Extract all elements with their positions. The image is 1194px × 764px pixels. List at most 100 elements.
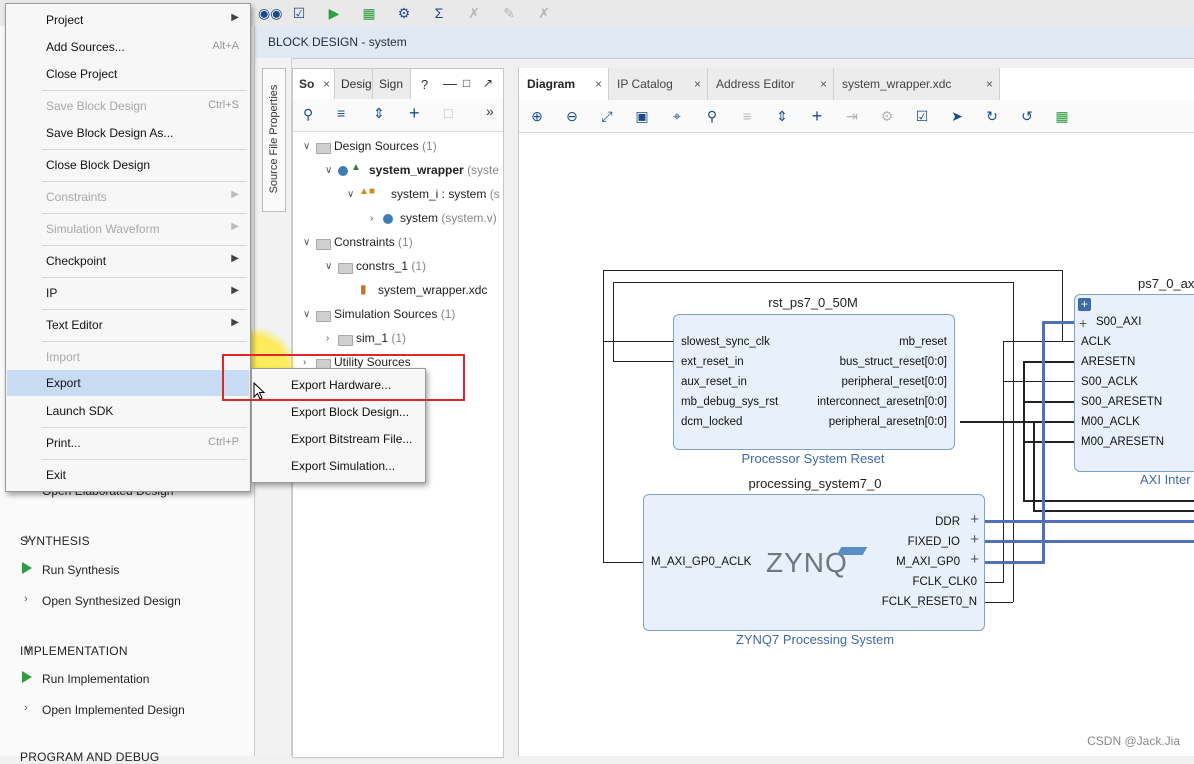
constraints-chevron-icon[interactable]: ∨ bbox=[303, 237, 310, 248]
tab-diagram[interactable]: Diagram × bbox=[519, 68, 609, 100]
menu-item-export-block-design[interactable]: Export Block Design... bbox=[253, 398, 424, 424]
rst-port: peripheral_aresetn[0:0] bbox=[828, 416, 947, 428]
tree-simulation-sources[interactable]: Simulation Sources (1) bbox=[334, 307, 455, 321]
checkbox-icon[interactable]: ☑ bbox=[290, 4, 308, 22]
rst-port: mb_debug_sys_rst bbox=[681, 396, 779, 408]
tree-sim-1[interactable]: sim_1 (1) bbox=[356, 331, 406, 345]
folder-icon-4 bbox=[316, 311, 331, 322]
system-i-chevron-icon[interactable]: ∨ bbox=[347, 189, 354, 200]
menu-item-add-sources[interactable]: Add Sources... Alt+A bbox=[7, 34, 249, 60]
system-chevron-icon[interactable]: › bbox=[370, 213, 373, 224]
tree-xdc-file[interactable]: system_wrapper.xdc bbox=[378, 283, 487, 297]
open-synthesized-chevron-icon[interactable]: › bbox=[24, 593, 28, 605]
ps7-block[interactable]: M_AXI_GP0_ACLK ZYNQ DDR FIXED_IO M_AXI_G… bbox=[643, 494, 985, 631]
run-icon[interactable]: ▶ bbox=[325, 4, 343, 22]
axi-port: S00_ACLK bbox=[1081, 376, 1138, 388]
menu-item-text-editor[interactable]: Text Editor ▶ bbox=[7, 312, 249, 338]
search-icon[interactable]: ⚲ bbox=[702, 106, 722, 126]
menu-item-launch-sdk[interactable]: Launch SDK bbox=[7, 398, 249, 424]
expand-port-icon[interactable]: + bbox=[1079, 315, 1087, 331]
system-wrapper-chevron-icon[interactable]: ∨ bbox=[325, 165, 332, 176]
ip-icon[interactable]: ▦ bbox=[1052, 106, 1072, 126]
axi-port: S00_AXI bbox=[1096, 316, 1142, 328]
menu-item-close-block-design[interactable]: Close Block Design bbox=[7, 152, 249, 178]
tab-signals[interactable]: Sign bbox=[373, 69, 411, 99]
sigma-icon[interactable]: Σ bbox=[430, 4, 448, 22]
tree-constrs-1[interactable]: constrs_1 (1) bbox=[356, 259, 426, 273]
ps7-port: DDR bbox=[935, 516, 960, 528]
tab-sources[interactable]: So × bbox=[293, 69, 335, 99]
float-icon[interactable]: ↗ bbox=[483, 76, 493, 90]
menu-item-export-simulation[interactable]: Export Simulation... bbox=[253, 452, 424, 478]
rst-port: slowest_sync_clk bbox=[681, 336, 770, 348]
menu-item-checkpoint[interactable]: Checkpoint ▶ bbox=[7, 248, 249, 274]
rst-port: peripheral_reset[0:0] bbox=[841, 376, 947, 388]
zoom-fit-icon[interactable]: ⤢ bbox=[597, 106, 617, 126]
rst-block[interactable]: slowest_sync_clk ext_reset_in aux_reset_… bbox=[673, 314, 955, 450]
open-implemented-chevron-icon[interactable]: › bbox=[24, 702, 28, 714]
folder-icon-2 bbox=[316, 239, 331, 250]
expand-port-icon[interactable]: + bbox=[970, 551, 979, 568]
collapse-all-icon[interactable]: ≡ bbox=[337, 105, 345, 121]
run-implementation[interactable]: Run Implementation bbox=[42, 672, 149, 686]
help-icon[interactable]: ? bbox=[421, 77, 428, 92]
open-implemented-design[interactable]: Open Implemented Design bbox=[42, 703, 185, 717]
source-file-properties-tab[interactable]: Source File Properties bbox=[262, 68, 286, 212]
sim-1-chevron-icon[interactable]: › bbox=[326, 333, 329, 344]
settings-icon[interactable]: ⚙ bbox=[395, 4, 413, 22]
tab-address-editor[interactable]: Address Editor × bbox=[708, 68, 834, 100]
sources-toolbar: ⚲ ≡ ⇕ + □ » bbox=[293, 99, 503, 132]
close-icon[interactable]: × bbox=[694, 68, 701, 100]
expand-port-icon[interactable]: + bbox=[970, 511, 979, 528]
tree-design-sources[interactable]: Design Sources (1) bbox=[334, 139, 437, 153]
zoom-area-icon[interactable]: ▣ bbox=[632, 106, 652, 126]
binoculars-icon[interactable]: ◉◉ bbox=[258, 4, 282, 22]
menu-item-exit[interactable]: Exit bbox=[7, 462, 249, 488]
sim-sources-chevron-icon[interactable]: ∨ bbox=[303, 309, 310, 320]
validate-icon[interactable]: ☑ bbox=[912, 106, 932, 126]
menu-item-save-block-design-as[interactable]: Save Block Design As... bbox=[7, 120, 249, 146]
menu-item-print[interactable]: Print... Ctrl+P bbox=[7, 430, 249, 456]
menu-item-ip[interactable]: IP ▶ bbox=[7, 280, 249, 306]
autoconnect-icon[interactable]: ➤ bbox=[947, 106, 967, 126]
refresh-icon[interactable]: ↻ bbox=[982, 106, 1002, 126]
tab-xdc-file[interactable]: system_wrapper.xdc × bbox=[834, 68, 1000, 100]
axi-port: M00_ARESETN bbox=[1081, 436, 1165, 448]
run-synthesis[interactable]: Run Synthesis bbox=[42, 563, 119, 577]
add-ip-icon[interactable]: + bbox=[807, 106, 827, 126]
zoom-in-icon[interactable]: ⊕ bbox=[527, 106, 547, 126]
more-icon[interactable]: » bbox=[486, 103, 494, 119]
close-icon[interactable]: × bbox=[595, 68, 602, 100]
axi-interconnect-block[interactable]: + + S00_AXI ACLK ARESETN S00_ACLK S00_AR… bbox=[1074, 294, 1194, 472]
tree-system-wrapper[interactable]: system_wrapper (syste bbox=[369, 163, 499, 177]
search-icon[interactable]: ⚲ bbox=[303, 106, 313, 123]
menu-item-project[interactable]: Project ▶ bbox=[7, 7, 249, 33]
close-icon[interactable]: × bbox=[820, 68, 827, 100]
close-icon[interactable]: × bbox=[986, 68, 993, 100]
tree-system[interactable]: system (system.v) bbox=[400, 211, 497, 225]
menu-item-close-project[interactable]: Close Project bbox=[7, 61, 249, 87]
tree-constraints[interactable]: Constraints (1) bbox=[334, 235, 413, 249]
menu-item-export[interactable]: Export bbox=[7, 370, 249, 396]
expand-block-icon[interactable]: + bbox=[1078, 298, 1091, 311]
maximize-icon[interactable]: □ bbox=[463, 76, 470, 90]
center-icon[interactable]: ⌖ bbox=[667, 106, 687, 126]
tab-ip-catalog[interactable]: IP Catalog × bbox=[609, 68, 708, 100]
minimize-icon[interactable]: — bbox=[443, 75, 457, 91]
source-file-properties-label: Source File Properties bbox=[268, 84, 280, 194]
open-synthesized-design[interactable]: Open Synthesized Design bbox=[42, 594, 181, 608]
program-device-icon[interactable]: ▦ bbox=[360, 4, 378, 22]
zoom-out-icon[interactable]: ⊖ bbox=[562, 106, 582, 126]
expand-icon[interactable]: ⇕ bbox=[772, 106, 792, 126]
menu-item-export-bitstream[interactable]: Export Bitstream File... bbox=[253, 425, 424, 451]
regenerate-layout-icon[interactable]: ↺ bbox=[1017, 106, 1037, 126]
expand-port-icon[interactable]: + bbox=[970, 531, 979, 548]
design-sources-chevron-icon[interactable]: ∨ bbox=[303, 141, 310, 152]
expand-all-icon[interactable]: ⇕ bbox=[373, 105, 385, 122]
tree-system-i[interactable]: system_i : system (s bbox=[391, 187, 500, 201]
tab-design[interactable]: Desig bbox=[335, 69, 373, 99]
constrs-chevron-icon[interactable]: ∨ bbox=[325, 261, 332, 272]
make-external-icon: ⇥ bbox=[846, 108, 858, 124]
add-icon[interactable]: + bbox=[409, 103, 420, 124]
folder-icon-3 bbox=[338, 263, 353, 274]
